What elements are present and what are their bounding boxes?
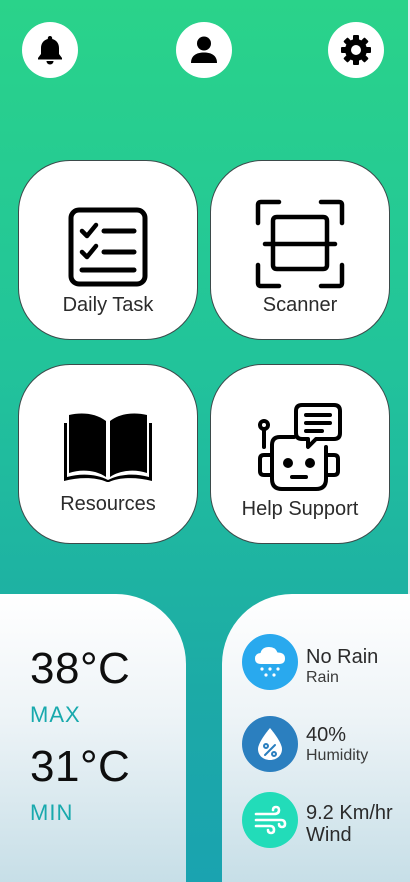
wind-label: Wind: [306, 824, 352, 846]
wind-value: 9.2 Km/hr: [306, 802, 393, 824]
humidity-icon: [258, 728, 282, 760]
rain-status-icon-badge: [242, 634, 298, 690]
daily-task-label: Daily Task: [62, 294, 154, 316]
checklist-icon: [68, 207, 148, 287]
scan-icon: [255, 199, 345, 289]
max-temperature-value: 38°C: [30, 644, 131, 693]
max-temperature-label: MAX: [30, 702, 81, 727]
weather-panel: No Rain Rain 40% Humidity 9.2 Km/hr Wind: [222, 594, 410, 882]
min-temperature-label: MIN: [30, 800, 74, 825]
scanner-card[interactable]: Scanner: [210, 160, 390, 340]
rain-label: Rain: [306, 669, 339, 686]
book-icon: [64, 413, 152, 482]
rain-value: No Rain: [306, 646, 379, 668]
notifications-button[interactable]: [22, 22, 78, 78]
humidity-value: 40%: [306, 724, 347, 746]
help-support-label: Help Support: [241, 498, 359, 520]
wind-icon: [254, 805, 287, 835]
rain-cloud-icon: [255, 647, 285, 677]
gear-icon: [341, 35, 371, 65]
user-icon: [191, 36, 217, 63]
robot-chat-icon: [258, 403, 342, 491]
min-temperature-value: 31°C: [30, 742, 131, 791]
scanner-label: Scanner: [262, 294, 338, 316]
app-screen: Daily Task Scanner Resources Help Suppor…: [0, 0, 410, 882]
temperature-panel: 38°C MAX 31°C MIN: [0, 594, 186, 882]
wind-icon-badge: [242, 792, 298, 848]
resources-card[interactable]: Resources: [18, 364, 198, 544]
help-support-card[interactable]: Help Support: [210, 364, 390, 544]
bell-icon: [38, 36, 62, 65]
daily-task-card[interactable]: Daily Task: [18, 160, 198, 340]
humidity-icon-badge: [242, 716, 298, 772]
resources-label: Resources: [60, 493, 156, 515]
settings-button[interactable]: [328, 22, 384, 78]
profile-button[interactable]: [176, 22, 232, 78]
humidity-label: Humidity: [306, 747, 369, 764]
